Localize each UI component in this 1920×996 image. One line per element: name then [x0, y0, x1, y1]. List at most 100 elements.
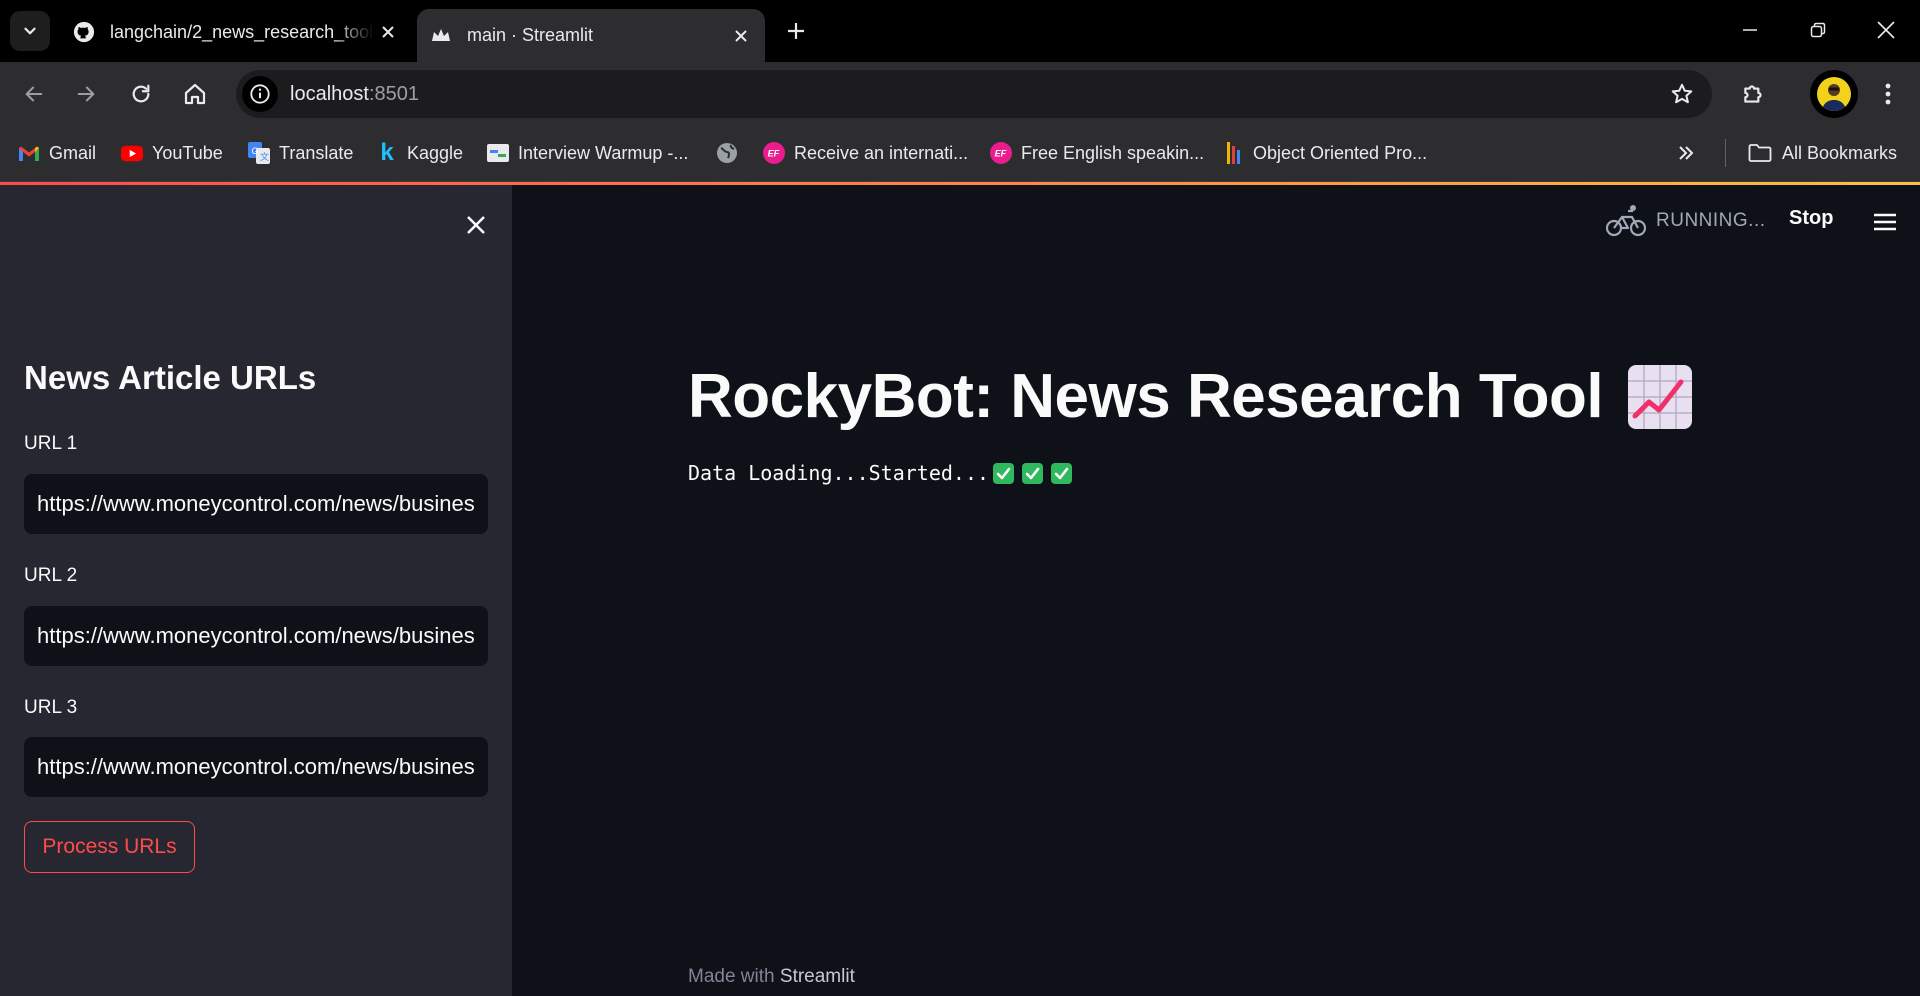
- ef-icon: EF: [990, 142, 1012, 164]
- bookmarks-bar: Gmail YouTube G文 Translate k Kaggle Inte…: [0, 125, 1920, 182]
- bookmark-translate[interactable]: G文 Translate: [248, 138, 353, 168]
- footer: Made with Streamlit: [688, 966, 855, 988]
- browser-menu-button[interactable]: [1876, 74, 1900, 114]
- bookmark-interview-warmup[interactable]: Interview Warmup -...: [487, 138, 688, 168]
- ef-icon: EF: [763, 142, 785, 164]
- sidebar: News Article URLs URL 1 URL 2 URL 3 Proc…: [0, 185, 512, 996]
- url-1-input[interactable]: [24, 474, 488, 534]
- translate-icon: G文: [248, 142, 270, 164]
- tab-github[interactable]: langchain/2_news_research_tool: [60, 9, 412, 55]
- svg-text:文: 文: [260, 151, 269, 162]
- bicycle-icon: [1606, 205, 1646, 237]
- tab-title: main · Streamlit: [467, 25, 594, 45]
- check-mark-icon: [1051, 462, 1073, 484]
- footer-prefix: Made with: [688, 966, 775, 987]
- url-port: :8501: [368, 83, 419, 105]
- arrow-right-icon: [77, 86, 95, 102]
- window-close-button[interactable]: [1852, 0, 1920, 60]
- extensions-button[interactable]: [1734, 74, 1774, 114]
- reload-icon: [132, 84, 150, 103]
- tab-title: langchain/2_news_research_tool: [110, 21, 374, 42]
- sidebar-close-button[interactable]: [458, 207, 494, 243]
- bookmark-globe[interactable]: [716, 138, 747, 168]
- bookmark-free-english[interactable]: EF Free English speakin...: [990, 138, 1204, 168]
- url-1-label: URL 1: [24, 433, 78, 454]
- close-icon[interactable]: [727, 22, 755, 50]
- bookmark-label: Interview Warmup -...: [518, 142, 689, 163]
- url-3-label: URL 3: [24, 697, 78, 718]
- bookmark-label: Free English speakin...: [1021, 142, 1205, 163]
- minimize-button[interactable]: [1716, 0, 1784, 60]
- footer-streamlit-link[interactable]: Streamlit: [780, 966, 855, 987]
- svg-text:EF: EF: [995, 149, 1007, 159]
- folder-icon: [1747, 142, 1773, 164]
- bookmark-label: YouTube: [152, 142, 223, 163]
- tab-search-button[interactable]: [10, 11, 50, 51]
- bookmark-youtube[interactable]: YouTube: [121, 138, 223, 168]
- status-text: RUNNING...: [1656, 210, 1766, 231]
- new-tab-button[interactable]: [780, 15, 812, 47]
- back-button[interactable]: [14, 74, 54, 114]
- restore-button[interactable]: [1784, 0, 1852, 60]
- stop-button[interactable]: Stop: [1789, 207, 1833, 230]
- streamlit-crown-icon: [429, 24, 453, 48]
- page-title: RockyBot: News Research Tool: [688, 362, 1604, 431]
- loading-status: Data Loading...Started...: [688, 461, 1073, 485]
- running-status: RUNNING...: [1606, 199, 1766, 243]
- site-info-icon[interactable]: [242, 76, 278, 112]
- check-mark-icon: [1022, 462, 1044, 484]
- more-vertical-icon: [1885, 83, 1891, 105]
- url-host: localhost: [290, 83, 369, 105]
- home-button[interactable]: [175, 74, 215, 114]
- bookmark-label: Object Oriented Pro...: [1253, 142, 1428, 163]
- all-bookmarks-label: All Bookmarks: [1782, 142, 1898, 163]
- minimize-icon: [1743, 29, 1757, 31]
- profile-avatar[interactable]: [1810, 70, 1858, 118]
- main-menu-button[interactable]: [1870, 207, 1900, 237]
- gmail-icon: [18, 142, 40, 164]
- svg-text:G: G: [252, 146, 259, 156]
- double-chevron-right-icon: [1679, 146, 1694, 160]
- bookmark-label: Gmail: [49, 142, 97, 163]
- svg-text:EF: EF: [768, 149, 780, 159]
- address-url[interactable]: localhost:8501: [290, 83, 419, 106]
- close-icon: [1877, 21, 1895, 39]
- all-bookmarks-button[interactable]: All Bookmarks: [1747, 138, 1897, 168]
- process-urls-button[interactable]: Process URLs: [24, 821, 195, 873]
- url-2-label: URL 2: [24, 565, 78, 586]
- bookmarks-overflow-button[interactable]: [1677, 138, 1695, 168]
- youtube-icon: [121, 142, 143, 164]
- interview-icon: [487, 142, 509, 164]
- star-icon[interactable]: [1670, 82, 1694, 106]
- forward-button[interactable]: [66, 74, 106, 114]
- close-icon[interactable]: [374, 18, 402, 46]
- bookmark-label: Kaggle: [407, 142, 464, 163]
- url-3-input[interactable]: [24, 737, 488, 797]
- avatar-icon: [1817, 77, 1851, 111]
- address-bar[interactable]: localhost:8501: [236, 70, 1712, 118]
- browser-tabstrip: langchain/2_news_research_tool main · St…: [0, 0, 1920, 62]
- close-icon: [467, 216, 485, 234]
- kaggle-icon: k: [380, 139, 394, 166]
- bookmark-oop[interactable]: Object Oriented Pro...: [1222, 138, 1427, 168]
- bookmark-receive-international[interactable]: EF Receive an internati...: [763, 138, 968, 168]
- github-icon: [72, 20, 96, 44]
- arrow-left-icon: [25, 86, 43, 102]
- bookmark-label: Receive an internati...: [794, 142, 969, 163]
- url-2-input[interactable]: [24, 606, 488, 666]
- plus-icon: [788, 23, 804, 39]
- reload-button[interactable]: [121, 74, 161, 114]
- loading-checks: [989, 462, 1073, 484]
- loading-text: Data Loading...Started...: [688, 461, 990, 485]
- chart-increasing-icon: [1628, 364, 1693, 429]
- browser-toolbar: localhost:8501: [0, 62, 1920, 125]
- chevron-down-icon: [24, 27, 36, 35]
- hamburger-icon: [1874, 213, 1896, 231]
- globe-icon: [716, 142, 738, 164]
- tab-streamlit[interactable]: main · Streamlit: [417, 9, 765, 62]
- bookmarks-divider: [1725, 139, 1726, 167]
- bookmark-gmail[interactable]: Gmail: [18, 138, 96, 168]
- sidebar-heading: News Article URLs: [24, 359, 317, 396]
- check-mark-icon: [993, 462, 1015, 484]
- bookmark-kaggle[interactable]: k Kaggle: [376, 138, 463, 168]
